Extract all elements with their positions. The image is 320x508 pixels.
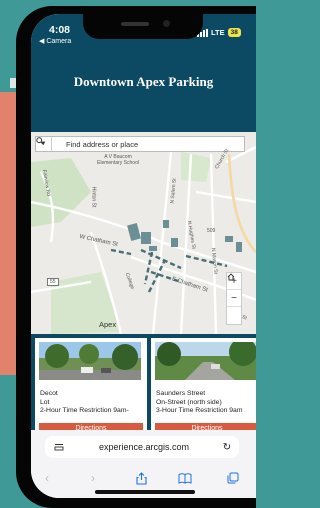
- back-to-camera-link[interactable]: ◀ Camera: [39, 37, 71, 45]
- zoom-controls: + −: [226, 272, 242, 325]
- parking-card[interactable]: Decot Lot 2-Hour Time Restriction 9am- D…: [35, 338, 147, 434]
- map-label-school: A V Baucom Elementary School: [97, 154, 139, 166]
- card-restriction: 2-Hour Time Restriction 9am-: [40, 407, 129, 415]
- page-settings-icon[interactable]: [45, 443, 73, 451]
- card-type: On-Street (north side): [156, 398, 222, 406]
- page-title: Downtown Apex Parking: [73, 74, 214, 89]
- status-indicators: LTE 38: [197, 28, 241, 37]
- forward-arrow-icon[interactable]: ›: [83, 468, 103, 488]
- card-type: Lot: [40, 398, 50, 406]
- parking-lot-photo: [39, 342, 141, 380]
- parking-lot: [149, 246, 157, 251]
- card-details: Decot Lot 2-Hour Time Restriction 9am-: [40, 390, 129, 416]
- park-area: [31, 158, 91, 227]
- road: [195, 190, 256, 204]
- battery-icon: 38: [227, 28, 241, 37]
- zoom-out-button[interactable]: −: [227, 290, 241, 307]
- share-icon[interactable]: [131, 468, 151, 488]
- parking-lot: [171, 238, 178, 247]
- card-details: Saunders Street On-Street (north side) 3…: [156, 390, 243, 416]
- home-icon: [227, 273, 235, 281]
- map-search-bar[interactable]: ▼ Find address or place: [35, 136, 245, 152]
- card-restriction: 3-Hour Time Restriction 9am: [156, 407, 243, 415]
- parking-lot: [163, 220, 169, 228]
- parking-card[interactable]: Saunders Street On-Street (north side) 3…: [151, 338, 256, 434]
- address-bar[interactable]: experience.arcgis.com ↻: [45, 436, 239, 458]
- route-55-shield: 55: [47, 278, 59, 286]
- road: [151, 151, 173, 334]
- map-label-apex: Apex: [99, 320, 117, 329]
- route-509-label: 509: [207, 228, 216, 234]
- camera-icon: [163, 20, 170, 27]
- app-header: Downtown Apex Parking: [31, 50, 256, 132]
- road: [209, 153, 218, 334]
- network-type: LTE: [211, 28, 225, 37]
- park-area: [181, 152, 211, 182]
- browser-toolbar: experience.arcgis.com ↻ ‹ ›: [31, 430, 256, 498]
- parking-lot: [225, 236, 233, 242]
- bookmarks-icon[interactable]: [175, 468, 195, 488]
- home-indicator: [95, 490, 195, 494]
- reload-icon[interactable]: ↻: [215, 442, 239, 453]
- parking-lot: [141, 232, 151, 244]
- parking-lot: [236, 242, 242, 252]
- browser-nav-row: ‹ ›: [31, 468, 256, 488]
- phone-screen: 4:08 ◀ Camera LTE 38 Downtown Apex Parki…: [31, 14, 256, 498]
- phone-notch: [83, 14, 203, 39]
- parking-lot: [127, 222, 141, 242]
- search-input[interactable]: Find address or place: [66, 140, 138, 149]
- map-label-hinton: Hinton St: [90, 186, 97, 208]
- street-parking: [110, 248, 132, 256]
- parking-cards-list[interactable]: Decot Lot 2-Hour Time Restriction 9am- D…: [31, 334, 256, 434]
- url-text[interactable]: experience.arcgis.com: [73, 442, 215, 452]
- tabs-icon[interactable]: [223, 468, 243, 488]
- speaker-icon: [121, 22, 149, 26]
- street-parking-photo: [155, 342, 256, 380]
- card-title: Saunders Street: [156, 390, 206, 397]
- status-time: 4:08: [49, 24, 71, 36]
- street-parking: [143, 251, 154, 285]
- highway: [227, 153, 256, 253]
- back-arrow-icon[interactable]: ‹: [37, 468, 57, 488]
- home-button[interactable]: [227, 273, 241, 324]
- card-title: Decot: [40, 390, 58, 397]
- map-view[interactable]: ▼ Find address or place A V Baucom Eleme…: [31, 132, 256, 334]
